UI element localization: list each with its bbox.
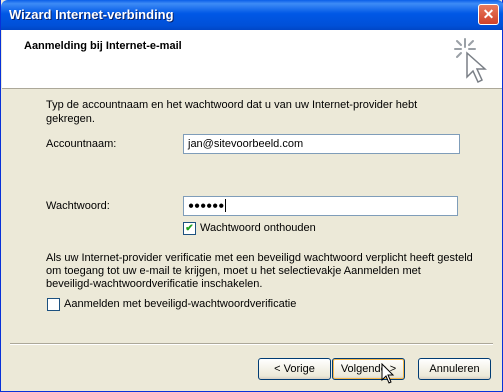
text-caret bbox=[225, 199, 227, 212]
cancel-button[interactable]: Annuleren bbox=[418, 358, 491, 380]
close-button[interactable]: ✕ bbox=[478, 4, 499, 25]
footer-separator bbox=[10, 343, 493, 345]
remember-password-checkbox[interactable]: ✔ bbox=[183, 222, 196, 235]
password-label: Wachtwoord: bbox=[46, 200, 110, 212]
mouse-pointer-icon bbox=[381, 363, 395, 384]
spa-checkbox[interactable] bbox=[47, 298, 60, 311]
account-name-input[interactable]: jan@sitevoorbeeld.com bbox=[183, 134, 460, 154]
intro-text-line1: Typ de accountnaam en het wachtwoord dat… bbox=[46, 99, 418, 111]
page-title: Aanmelding bij Internet-e-mail bbox=[24, 40, 182, 52]
spa-info-line2: om toegang tot uw e-mail te krijgen, moe… bbox=[46, 265, 421, 277]
remember-password-label[interactable]: Wachtwoord onthouden bbox=[200, 222, 316, 235]
wizard-window: Wizard Internet-verbinding ✕ Aanmelding … bbox=[0, 0, 503, 392]
intro-text-line2: gekregen. bbox=[46, 113, 95, 125]
wizard-header: Aanmelding bij Internet-e-mail bbox=[2, 30, 502, 89]
spa-info-line1: Als uw Internet-provider verificatie met… bbox=[46, 252, 473, 264]
password-input[interactable]: ●●●●●● bbox=[183, 196, 458, 216]
spa-info-line3: beveiligd-wachtwoordverificatie inschake… bbox=[46, 278, 263, 290]
spa-checkbox-label[interactable]: Aanmelden met beveiligd-wachtwoordverifi… bbox=[64, 298, 296, 311]
password-masked-value: ●●●●●● bbox=[188, 200, 225, 212]
window-title: Wizard Internet-verbinding bbox=[9, 7, 174, 22]
title-bar[interactable]: Wizard Internet-verbinding ✕ bbox=[1, 0, 503, 30]
wizard-sparkle-icon bbox=[454, 38, 487, 84]
back-button[interactable]: < Vorige bbox=[258, 358, 331, 380]
account-label: Accountnaam: bbox=[46, 138, 117, 150]
